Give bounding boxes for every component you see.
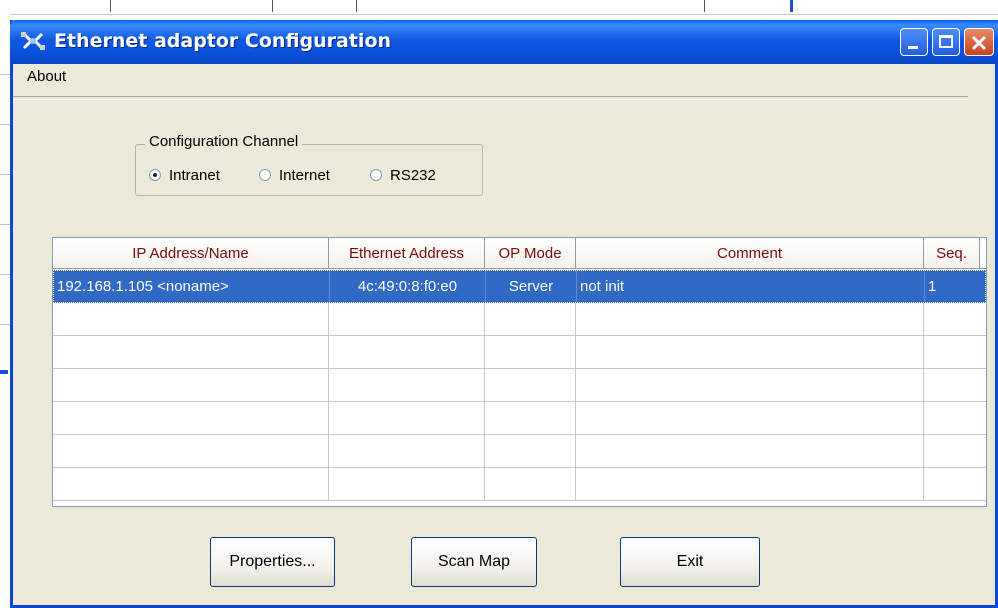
table-row-empty[interactable] — [53, 402, 986, 435]
properties-button[interactable]: Properties... — [210, 537, 335, 587]
maximize-icon — [939, 35, 953, 48]
close-icon — [971, 35, 987, 51]
cell-empty — [576, 435, 924, 467]
table-row-empty[interactable] — [53, 336, 986, 369]
column-header-op-mode[interactable]: OP Mode — [485, 238, 576, 268]
cell-empty — [329, 402, 485, 434]
title-bar[interactable]: Ethernet adaptor Configuration — [10, 20, 998, 64]
radio-selected-indicator — [149, 169, 161, 181]
cell-ip-address: 192.168.1.105 <noname> — [54, 271, 330, 302]
menu-about[interactable]: About — [27, 68, 66, 85]
cell-empty — [485, 468, 576, 500]
scan-map-button[interactable]: Scan Map — [411, 537, 537, 587]
cell-seq: 1 — [928, 278, 937, 295]
cell-empty — [329, 468, 485, 500]
cell-empty — [329, 369, 485, 401]
background-window-strip — [0, 0, 998, 15]
background-line — [0, 274, 10, 275]
table-row-empty[interactable] — [53, 369, 986, 402]
cell-empty — [485, 336, 576, 368]
cell-empty — [53, 336, 329, 368]
radio-internet-label: Internet — [279, 166, 330, 184]
cell-empty — [485, 369, 576, 401]
device-list[interactable]: IP Address/Name Ethernet Address OP Mode… — [52, 237, 987, 507]
device-list-header: IP Address/Name Ethernet Address OP Mode… — [53, 238, 986, 269]
screen: Ethernet adaptor Configuration About Con… — [0, 0, 998, 608]
cell-empty — [485, 303, 576, 335]
cell-empty — [485, 435, 576, 467]
cell-empty — [576, 402, 924, 434]
radio-rs232-label: RS232 — [390, 166, 436, 184]
radio-intranet[interactable]: Intranet — [149, 166, 220, 184]
radio-internet[interactable]: Internet — [259, 166, 330, 184]
table-row-empty[interactable] — [53, 435, 986, 468]
background-line — [0, 224, 10, 225]
cell-empty — [53, 369, 329, 401]
radio-indicator — [370, 169, 382, 181]
cell-empty — [576, 303, 924, 335]
config-window: Ethernet adaptor Configuration About Con… — [10, 20, 998, 608]
background-line — [0, 174, 10, 175]
cell-empty — [53, 402, 329, 434]
network-cable-icon — [21, 32, 45, 50]
background-mark — [0, 370, 8, 374]
cell-empty — [53, 435, 329, 467]
column-header-seq[interactable]: Seq. — [924, 238, 980, 268]
menu-separator — [13, 96, 968, 100]
cell-ethernet-address: 4c:49:0:8:f0:e0 — [330, 271, 486, 302]
cell-empty — [53, 468, 329, 500]
table-row-empty[interactable] — [53, 468, 986, 501]
background-tick — [790, 0, 793, 12]
cell-empty — [53, 303, 329, 335]
background-tick — [110, 0, 111, 12]
background-line — [0, 74, 10, 75]
cell-empty — [576, 336, 924, 368]
menu-bar: About — [13, 64, 995, 90]
cell-comment: not init — [577, 271, 925, 302]
table-row[interactable]: 192.168.1.105 <noname> 4c:49:0:8:f0:e0 S… — [53, 270, 986, 303]
cell-op-mode: Server — [486, 271, 577, 302]
minimize-button[interactable] — [900, 28, 928, 56]
cell-empty — [576, 468, 924, 500]
column-header-comment[interactable]: Comment — [576, 238, 924, 268]
column-header-ip-address[interactable]: IP Address/Name — [53, 238, 329, 268]
background-tick — [356, 0, 357, 12]
exit-button[interactable]: Exit — [620, 537, 760, 587]
minimize-icon — [908, 46, 918, 49]
radio-indicator — [259, 169, 271, 181]
background-line — [0, 324, 10, 325]
radio-intranet-label: Intranet — [169, 166, 220, 184]
background-tick — [704, 0, 705, 12]
cell-empty — [329, 435, 485, 467]
table-row-empty[interactable] — [53, 303, 986, 336]
cell-empty — [329, 303, 485, 335]
column-header-ethernet-address[interactable]: Ethernet Address — [329, 238, 485, 268]
maximize-button[interactable] — [932, 28, 960, 56]
background-line — [0, 124, 10, 125]
configuration-channel-title: Configuration Channel — [145, 133, 303, 150]
cell-empty — [485, 402, 576, 434]
radio-rs232[interactable]: RS232 — [370, 166, 436, 184]
background-tick — [272, 0, 273, 12]
cell-empty — [329, 336, 485, 368]
background-window-edge — [0, 14, 10, 608]
cell-empty — [576, 369, 924, 401]
window-title: Ethernet adaptor Configuration — [54, 30, 392, 52]
close-button[interactable] — [964, 28, 994, 56]
